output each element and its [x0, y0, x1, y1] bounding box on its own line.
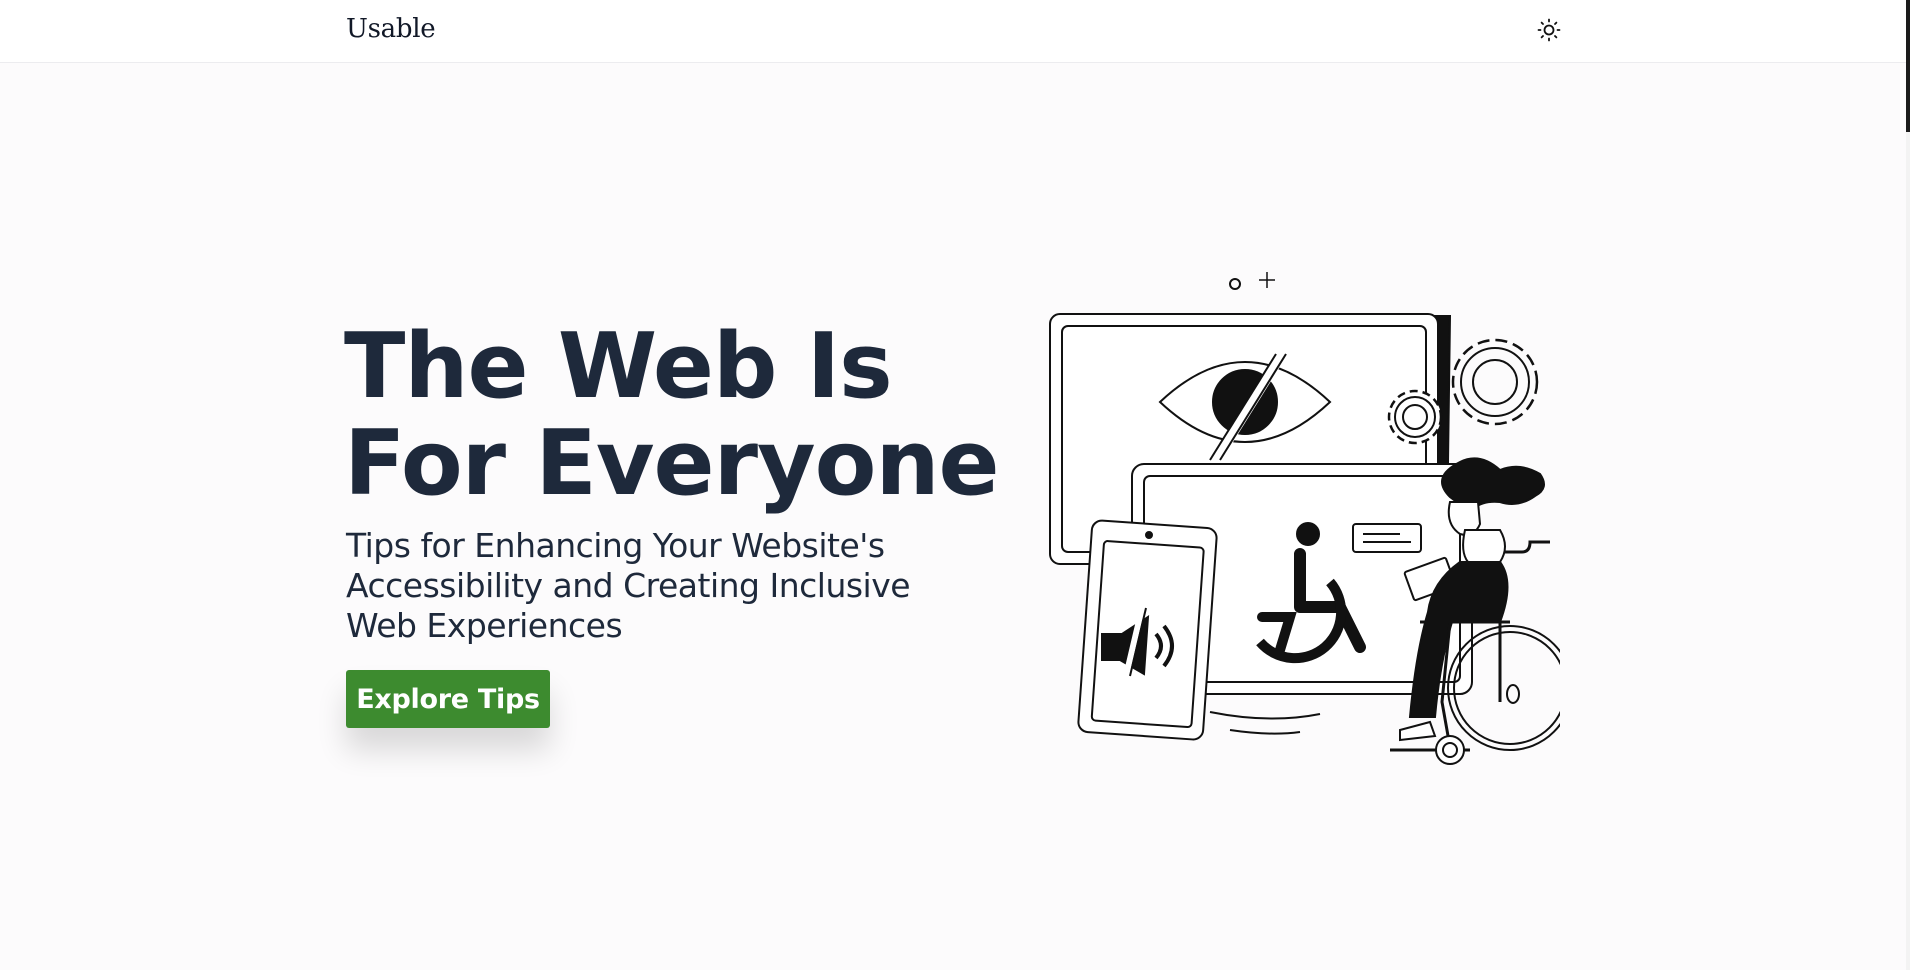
hero-subtitle: Tips for Enhancing Your Website's Access…: [346, 526, 946, 646]
hero-subtitle-line-1: Tips for Enhancing Your Website's: [346, 526, 885, 565]
scrollbar-thumb[interactable]: [1906, 0, 1910, 132]
hero-title: The Web Is For Everyone: [344, 314, 1000, 516]
hero-title-line-2: For Everyone: [344, 411, 1000, 516]
top-navbar: Usable: [0, 0, 1910, 63]
scrollbar-track[interactable]: [1906, 0, 1910, 970]
sun-icon: [1537, 18, 1561, 42]
site-logo[interactable]: Usable: [346, 14, 436, 44]
theme-toggle-button[interactable]: [1534, 15, 1564, 45]
accessibility-illustration: [1049, 272, 1560, 765]
hero-title-line-1: The Web Is: [344, 314, 893, 419]
explore-tips-button[interactable]: Explore Tips: [346, 670, 550, 728]
hero-subtitle-line-3: Web Experiences: [346, 606, 623, 645]
hero-subtitle-line-2: Accessibility and Creating Inclusive: [346, 566, 911, 605]
